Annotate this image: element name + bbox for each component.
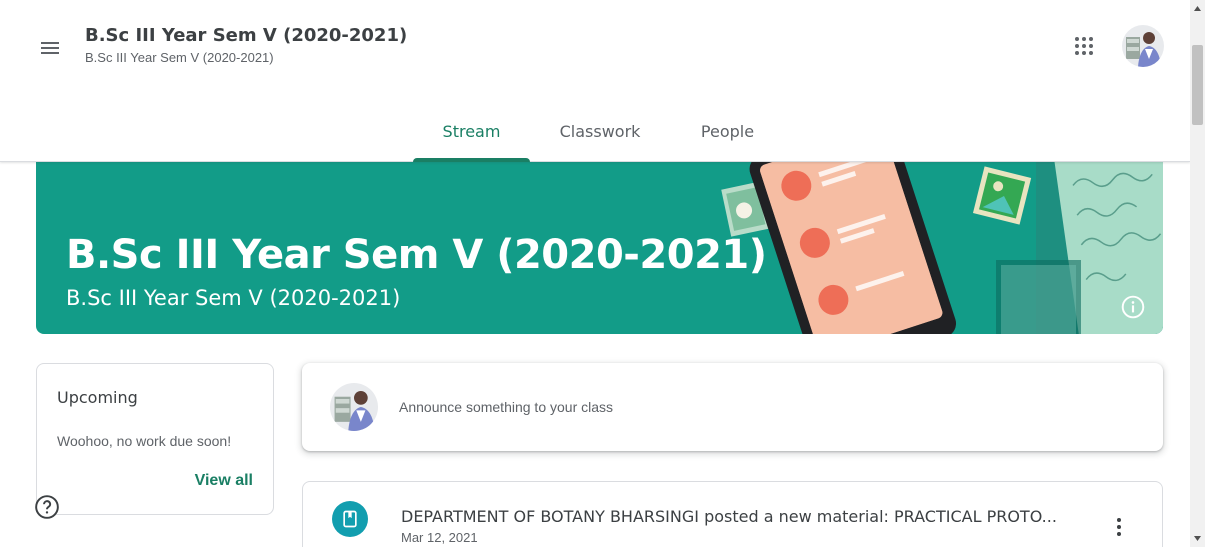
material-book-icon <box>332 501 368 537</box>
info-icon <box>1121 295 1145 319</box>
user-avatar-image <box>330 383 378 431</box>
class-tabs: Stream Classwork People <box>413 100 785 162</box>
page-scrollbar[interactable] <box>1190 0 1205 547</box>
account-avatar[interactable] <box>1122 25 1164 67</box>
tab-classwork[interactable]: Classwork <box>530 100 670 162</box>
announce-placeholder: Announce something to your class <box>399 399 614 415</box>
stream-post[interactable]: DEPARTMENT OF BOTANY BHARSINGI posted a … <box>302 481 1163 547</box>
upcoming-message: Woohoo, no work due soon! <box>57 433 232 449</box>
class-title: B.Sc III Year Sem V (2020-2021) <box>85 25 408 46</box>
hamburger-menu-icon <box>41 42 59 54</box>
tab-people[interactable]: People <box>670 100 785 162</box>
banner-subtitle: B.Sc III Year Sem V (2020-2021) <box>66 286 401 310</box>
google-apps-button[interactable] <box>1064 26 1104 66</box>
scroll-up-arrow-icon[interactable] <box>1190 0 1205 17</box>
apps-grid-icon <box>1075 37 1093 55</box>
classroom-page: B.Sc III Year Sem V (2020-2021) B.Sc III… <box>0 0 1205 547</box>
view-all-link[interactable]: View all <box>195 472 253 490</box>
banner-title: B.Sc III Year Sem V (2020-2021) <box>66 232 767 278</box>
user-avatar-image <box>1122 25 1164 67</box>
announce-box[interactable]: Announce something to your class <box>302 363 1163 451</box>
post-more-options-button[interactable] <box>1104 512 1134 542</box>
help-button[interactable] <box>34 494 60 520</box>
announce-avatar <box>330 383 378 431</box>
top-app-bar: B.Sc III Year Sem V (2020-2021) B.Sc III… <box>0 0 1190 162</box>
main-menu-button[interactable] <box>30 28 70 68</box>
scroll-down-arrow-icon[interactable] <box>1190 530 1205 547</box>
upcoming-card: Upcoming Woohoo, no work due soon! View … <box>36 363 274 515</box>
upcoming-title: Upcoming <box>57 388 138 407</box>
class-title-block[interactable]: B.Sc III Year Sem V (2020-2021) B.Sc III… <box>85 24 407 67</box>
tab-stream[interactable]: Stream <box>413 100 530 162</box>
more-vertical-icon <box>1117 518 1121 536</box>
post-title: DEPARTMENT OF BOTANY BHARSINGI posted a … <box>401 507 1057 526</box>
post-date: Mar 12, 2021 <box>401 530 478 545</box>
help-icon <box>35 495 59 519</box>
class-info-button[interactable] <box>1118 292 1148 322</box>
scrollbar-thumb[interactable] <box>1192 45 1203 125</box>
class-subtitle: B.Sc III Year Sem V (2020-2021) <box>85 50 274 65</box>
class-banner: B.Sc III Year Sem V (2020-2021) B.Sc III… <box>36 150 1163 334</box>
